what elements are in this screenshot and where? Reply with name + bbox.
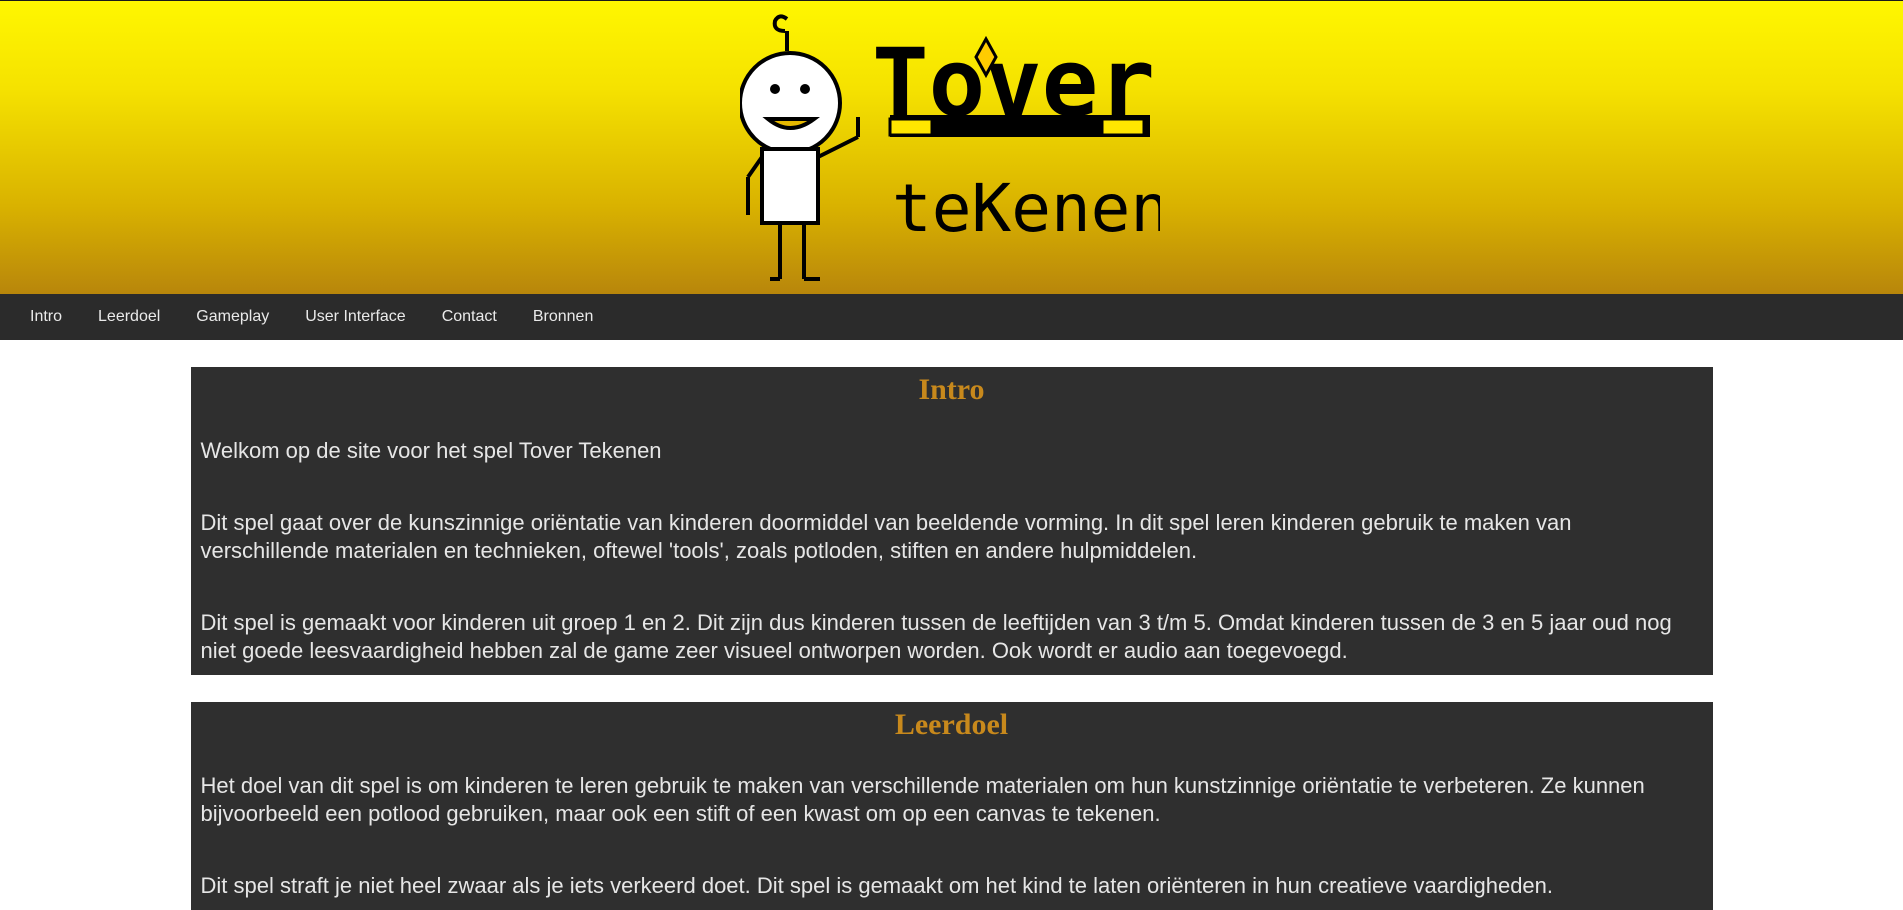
nav-item-user-interface[interactable]: User Interface xyxy=(287,294,423,340)
logo-wordmark: Tover teKenen xyxy=(872,29,1160,247)
nav-item-contact[interactable]: Contact xyxy=(424,294,515,340)
main-content: Intro Welkom op de site voor het spel To… xyxy=(0,340,1903,910)
nav-item-intro[interactable]: Intro xyxy=(12,294,80,340)
nav-item-leerdoel[interactable]: Leerdoel xyxy=(80,294,178,340)
section-paragraph: Het doel van dit spel is om kinderen te … xyxy=(200,773,1645,826)
nav-item-gameplay[interactable]: Gameplay xyxy=(178,294,287,340)
section-paragraph: Welkom op de site voor het spel Tover Te… xyxy=(200,438,662,463)
stick-figure-icon xyxy=(740,14,860,281)
leerdoel-section: Leerdoel Het doel van dit spel is om kin… xyxy=(190,702,1713,910)
main-navigation: Intro Leerdoel Gameplay User Interface C… xyxy=(0,294,1903,340)
section-title: Intro xyxy=(918,373,985,406)
nav-item-bronnen[interactable]: Bronnen xyxy=(515,294,612,340)
logo-text-bottom: teKenen xyxy=(892,170,1160,247)
site-header: Tover teKenen xyxy=(0,0,1903,294)
tover-tekenen-logo: Tover teKenen xyxy=(740,14,1160,281)
section-paragraph: Dit spel is gemaakt voor kinderen uit gr… xyxy=(200,610,1672,663)
section-paragraph: Dit spel gaat over de kunszinnige oriënt… xyxy=(200,510,1572,563)
intro-section: Intro Welkom op de site voor het spel To… xyxy=(190,367,1713,675)
section-title: Leerdoel xyxy=(894,708,1009,741)
